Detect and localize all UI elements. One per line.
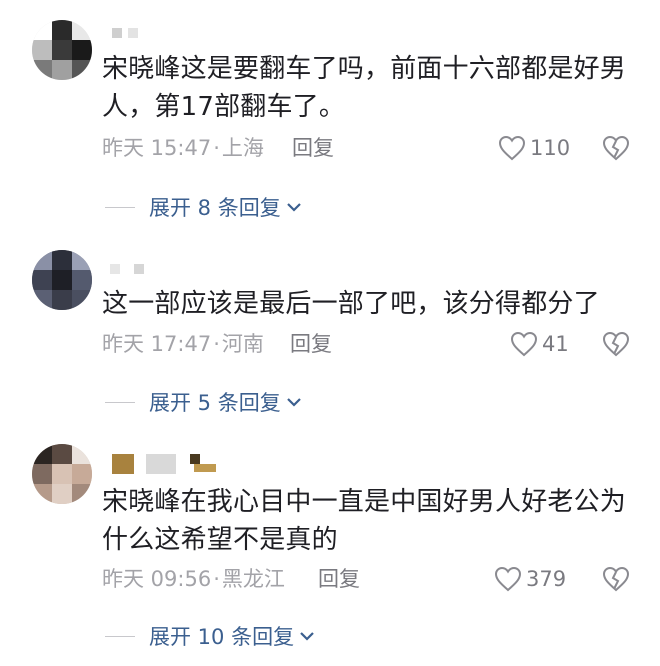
expand-replies-button[interactable]: 展开 5 条回复 (105, 387, 303, 417)
username-blurred[interactable] (108, 264, 148, 278)
comment-location: 黑龙江 (221, 567, 285, 591)
like-button[interactable]: 41 (510, 329, 569, 359)
expand-replies-label: 展开 8 条回复 (149, 196, 281, 220)
divider-line (105, 635, 135, 637)
dislike-button[interactable] (602, 564, 630, 594)
like-count: 110 (530, 136, 571, 160)
avatar[interactable] (32, 20, 92, 80)
username-blurred[interactable] (108, 454, 218, 474)
expand-replies-button[interactable]: 展开 10 条回复 (105, 621, 316, 651)
comment-item: 宋晓峰在我心目中一直是中国好男人好老公为什么这希望不是真的 昨天 09:56·黑… (0, 430, 660, 666)
comment-location: 河南 (221, 332, 264, 356)
dislike-button[interactable] (602, 329, 630, 359)
comment-text: 这一部应该是最后一部了吧，该分得都分了 (102, 289, 600, 319)
comment-item: 宋晓峰这是要翻车了吗，前面十六部都是好男人，第17部翻车了。 昨天 15:47·… (0, 0, 660, 230)
comment-location: 上海 (221, 136, 264, 160)
comment-time: 昨天 09:56 (102, 567, 212, 591)
chevron-down-icon (286, 203, 301, 212)
comment-time: 昨天 15:47 (102, 136, 212, 160)
chevron-down-icon (286, 398, 301, 407)
like-button[interactable]: 110 (498, 133, 570, 163)
comment-meta: 昨天 17:47·河南 (102, 332, 264, 356)
comment-text: 宋晓峰这是要翻车了吗，前面十六部都是好男人，第17部翻车了。 (102, 54, 627, 122)
dislike-button[interactable] (602, 133, 630, 163)
reply-button[interactable]: 回复 (292, 133, 334, 163)
chevron-down-icon (300, 632, 314, 641)
heart-outline-icon (510, 331, 538, 357)
comment-text: 宋晓峰在我心目中一直是中国好男人好老公为什么这希望不是真的 (102, 487, 627, 555)
heart-outline-icon (498, 135, 526, 161)
comment-meta: 昨天 15:47·上海 (102, 136, 264, 160)
broken-heart-icon (602, 566, 630, 592)
comment-item: 这一部应该是最后一部了吧，该分得都分了 昨天 17:47·河南 回复 41 展开… (0, 230, 660, 430)
expand-replies-button[interactable]: 展开 8 条回复 (105, 192, 303, 222)
broken-heart-icon (602, 135, 630, 161)
like-count: 379 (526, 567, 567, 591)
broken-heart-icon (602, 331, 630, 357)
divider-line (105, 401, 135, 403)
like-count: 41 (542, 332, 569, 356)
reply-button[interactable]: 回复 (290, 329, 332, 359)
username-blurred[interactable] (108, 28, 148, 42)
comment-time: 昨天 17:47 (102, 332, 212, 356)
comment-meta: 昨天 09:56·黑龙江 (102, 567, 285, 591)
expand-replies-label: 展开 5 条回复 (149, 391, 281, 415)
reply-button[interactable]: 回复 (318, 564, 360, 594)
expand-replies-label: 展开 10 条回复 (149, 625, 295, 649)
avatar[interactable] (32, 444, 92, 504)
heart-outline-icon (494, 566, 522, 592)
like-button[interactable]: 379 (494, 564, 566, 594)
divider-line (105, 206, 135, 208)
avatar[interactable] (32, 250, 92, 310)
